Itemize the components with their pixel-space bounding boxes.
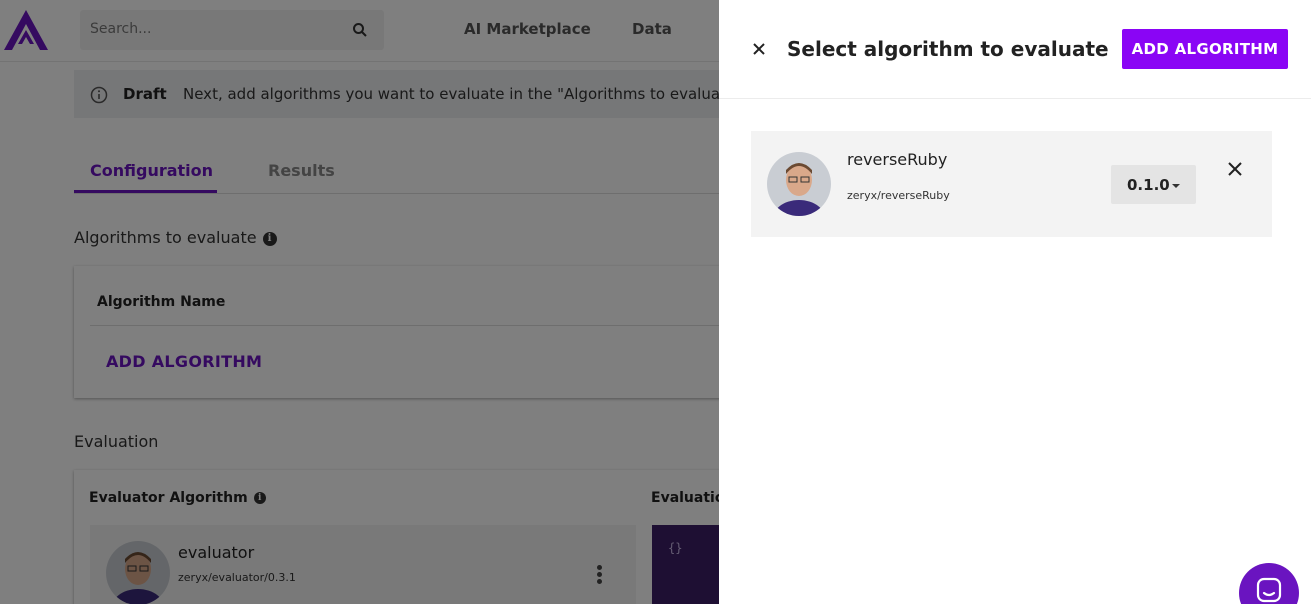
add-algorithm-button[interactable]: ADD ALGORITHM: [1122, 29, 1288, 69]
algorithm-name: reverseRuby: [847, 150, 948, 169]
remove-algorithm-icon[interactable]: [1226, 160, 1244, 178]
select-algorithm-drawer: Select algorithm to evaluate ADD ALGORIT…: [719, 0, 1311, 604]
selected-algorithm-row: reverseRuby zeryx/reverseRuby 0.1.0: [751, 131, 1272, 237]
version-dropdown[interactable]: 0.1.0: [1111, 165, 1196, 204]
version-value: 0.1.0: [1127, 176, 1170, 194]
chat-icon: [1256, 577, 1282, 603]
chevron-down-icon: [1172, 184, 1180, 188]
avatar: [767, 152, 831, 216]
drawer-header: Select algorithm to evaluate ADD ALGORIT…: [719, 0, 1311, 99]
close-icon[interactable]: [749, 39, 769, 59]
algorithm-path: zeryx/reverseRuby: [847, 189, 950, 202]
drawer-title: Select algorithm to evaluate: [787, 37, 1109, 61]
